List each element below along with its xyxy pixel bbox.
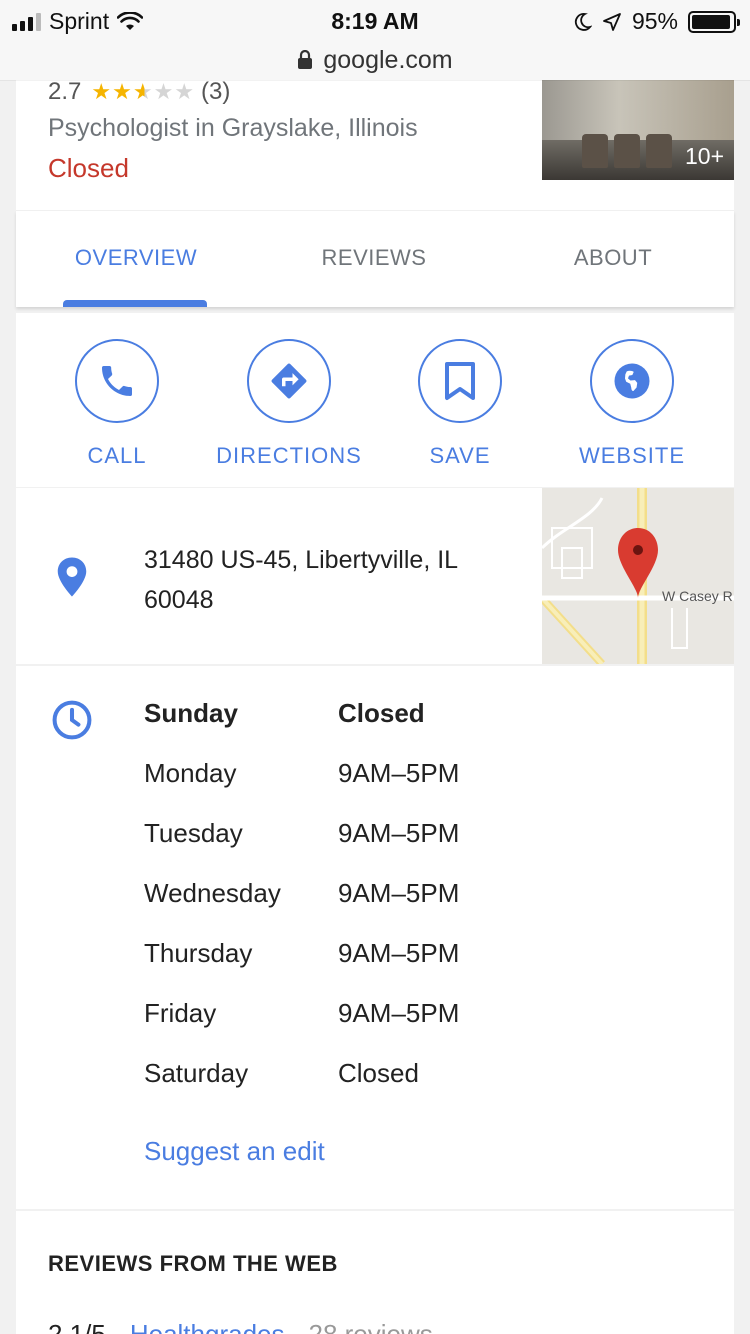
hours-time: 9AM–5PM xyxy=(338,818,460,848)
moon-icon xyxy=(574,12,592,31)
hours-day: Friday xyxy=(144,998,217,1028)
tab-overview[interactable]: OVERVIEW xyxy=(46,245,226,271)
review-count: (3) xyxy=(201,80,231,105)
url-domain: google.com xyxy=(323,45,453,74)
website-button[interactable]: WEBSITE xyxy=(542,339,722,469)
address-text: 31480 US-45, Libertyville, IL 60048 xyxy=(144,540,524,620)
hours-time: 9AM–5PM xyxy=(338,998,460,1028)
address-line-1: 31480 US-45, Libertyville, IL xyxy=(144,546,459,574)
hours-card: Sunday Closed Monday 9AM–5PM Tuesday 9AM–5P… xyxy=(16,666,734,1209)
photo-chair xyxy=(582,134,608,168)
bookmark-icon xyxy=(445,362,475,400)
hours-time: 9AM–5PM xyxy=(338,878,460,908)
tab-reviews[interactable]: REVIEWS xyxy=(284,245,464,271)
tab-bar: OVERVIEW REVIEWS ABOUT xyxy=(16,211,734,307)
hours-day: Tuesday xyxy=(144,818,243,848)
hours-time: Closed xyxy=(338,1058,419,1088)
reviews-heading: REVIEWS FROM THE WEB xyxy=(48,1251,338,1276)
call-button[interactable]: CALL xyxy=(27,339,207,469)
directions-icon xyxy=(271,363,307,399)
business-header-card: 2.7 ★★★★★ (3) Psychologist in Grayslake,… xyxy=(16,80,734,210)
hours-day: Monday xyxy=(144,758,237,788)
hours-row: Sunday Closed xyxy=(144,698,459,758)
web-review-count: 28 reviews xyxy=(308,1319,433,1334)
map-thumbnail[interactable]: W Casey R xyxy=(542,488,734,664)
star-rating: ★★★★★ xyxy=(91,80,195,105)
hours-day: Sunday xyxy=(144,698,238,728)
web-review-score: 2.1/5 xyxy=(48,1319,106,1334)
photo-count: 10+ xyxy=(684,143,724,169)
lock-icon xyxy=(298,50,313,69)
suggest-edit-link[interactable]: Suggest an edit xyxy=(144,1136,325,1167)
status-right: 95% xyxy=(574,8,740,35)
hours-day: Saturday xyxy=(144,1058,249,1088)
rating-row[interactable]: 2.7 ★★★★★ (3) xyxy=(48,80,230,106)
rating-value: 2.7 xyxy=(48,80,82,105)
website-button-circle xyxy=(590,339,674,423)
hours-time: 9AM–5PM xyxy=(338,758,460,788)
phone-icon xyxy=(102,366,132,396)
call-button-circle xyxy=(75,339,159,423)
status-bar: Sprint 8:19 AM 95% xyxy=(0,0,750,40)
address-line-2: 60048 xyxy=(144,586,214,614)
star-empty-icon: ★ xyxy=(153,80,175,104)
hours-day: Wednesday xyxy=(144,878,281,908)
save-button[interactable]: SAVE xyxy=(370,339,550,469)
star-icon: ★ xyxy=(91,80,113,104)
hours-time: 9AM–5PM xyxy=(338,938,460,968)
hours-row: Friday 9AM–5PM xyxy=(144,998,459,1058)
globe-icon xyxy=(614,363,650,399)
address-card[interactable]: 31480 US-45, Libertyville, IL 60048 W Ca… xyxy=(16,488,734,664)
reviews-from-web-card: REVIEWS FROM THE WEB 2.1/5 Healthgrades … xyxy=(16,1211,734,1334)
star-empty-icon: ★ xyxy=(174,80,196,104)
save-label: SAVE xyxy=(429,443,491,468)
web-review-row: 2.1/5 Healthgrades 28 reviews xyxy=(48,1319,433,1334)
battery-icon xyxy=(688,10,740,33)
hours-row: Thursday 9AM–5PM xyxy=(144,938,459,998)
location-pin-icon xyxy=(57,557,87,597)
hours-row: Wednesday 9AM–5PM xyxy=(144,878,459,938)
web-review-source-link[interactable]: Healthgrades xyxy=(130,1319,285,1334)
tab-about[interactable]: ABOUT xyxy=(523,245,703,271)
clock-icon xyxy=(52,700,92,740)
photo-wall xyxy=(542,80,734,140)
business-category: Psychologist in Grayslake, Illinois xyxy=(48,114,418,142)
hours-row: Tuesday 9AM–5PM xyxy=(144,818,459,878)
url-bar[interactable]: google.com xyxy=(0,40,750,80)
battery-percent: 95% xyxy=(631,8,678,34)
photo-chair xyxy=(614,134,640,168)
directions-button[interactable]: DIRECTIONS xyxy=(199,339,379,469)
hours-time: Closed xyxy=(338,698,425,728)
hours-day: Thursday xyxy=(144,938,253,968)
open-status: Closed xyxy=(48,153,129,183)
battery-level xyxy=(692,14,730,29)
map-roads xyxy=(542,488,734,664)
photo-chair xyxy=(646,134,672,168)
directions-label: DIRECTIONS xyxy=(216,443,362,468)
action-buttons-card: CALL DIRECTIONS SAVE WEBSITE xyxy=(16,313,734,487)
location-arrow-icon xyxy=(603,12,621,31)
map-street-label: W Casey R xyxy=(662,588,733,604)
active-tab-indicator xyxy=(63,300,207,307)
hours-row: Monday 9AM–5PM xyxy=(144,758,459,818)
call-label: CALL xyxy=(87,443,147,468)
save-button-circle xyxy=(418,339,502,423)
directions-button-circle xyxy=(247,339,331,423)
business-photo[interactable]: 10+ xyxy=(542,80,734,180)
website-label: WEBSITE xyxy=(578,443,685,468)
star-half-icon: ★ xyxy=(132,80,154,104)
hours-row: Saturday Closed xyxy=(144,1058,459,1118)
hours-table[interactable]: Sunday Closed Monday 9AM–5PM Tuesday 9AM–5P… xyxy=(144,698,459,1118)
star-icon: ★ xyxy=(112,80,133,104)
